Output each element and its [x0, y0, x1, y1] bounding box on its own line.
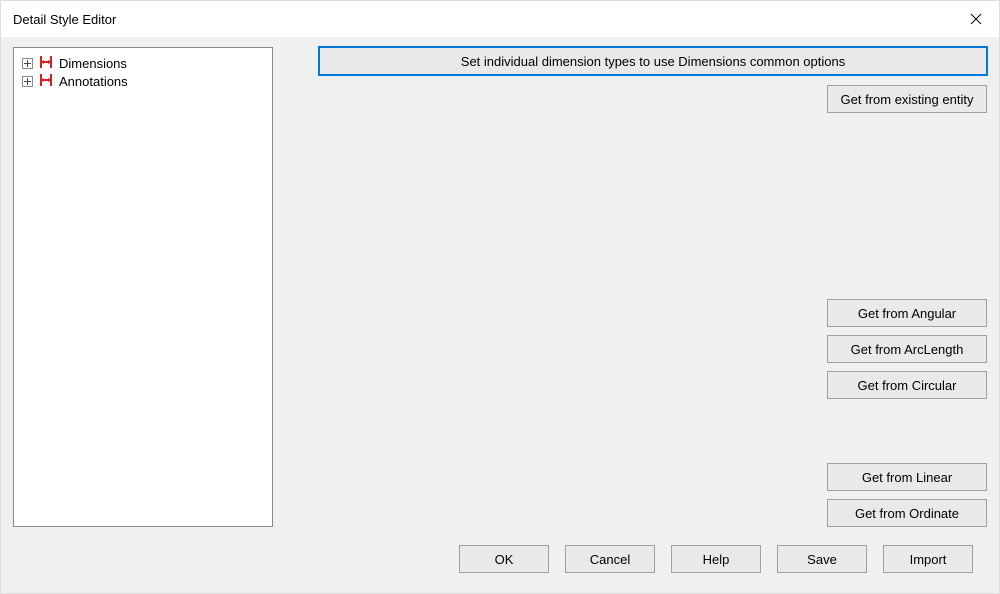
right-panel: Set individual dimension types to use Di…: [319, 47, 987, 527]
help-button[interactable]: Help: [671, 545, 761, 573]
tree-panel[interactable]: Dimensions Annotations: [13, 47, 273, 527]
get-from-ordinate-button[interactable]: Get from Ordinate: [827, 499, 987, 527]
get-from-angular-button[interactable]: Get from Angular: [827, 299, 987, 327]
body: Dimensions Annotations Set individual di…: [1, 37, 999, 593]
get-from-linear-button[interactable]: Get from Linear: [827, 463, 987, 491]
spacer: [319, 407, 987, 463]
ok-button[interactable]: OK: [459, 545, 549, 573]
content: Dimensions Annotations Set individual di…: [13, 47, 987, 527]
close-button[interactable]: [953, 1, 999, 37]
tree-expander-icon[interactable]: [22, 58, 33, 69]
dimension-icon: [38, 55, 54, 71]
cancel-button[interactable]: Cancel: [565, 545, 655, 573]
window-root: Detail Style Editor D: [0, 0, 1000, 594]
tree-item-label: Dimensions: [59, 56, 127, 71]
set-common-options-button[interactable]: Set individual dimension types to use Di…: [319, 47, 987, 75]
footer: OK Cancel Help Save Import: [13, 527, 987, 581]
window-title: Detail Style Editor: [13, 12, 116, 27]
get-from-circular-button[interactable]: Get from Circular: [827, 371, 987, 399]
tree-item-label: Annotations: [59, 74, 128, 89]
titlebar: Detail Style Editor: [1, 1, 999, 37]
spacer: [319, 121, 987, 299]
tree-expander-icon[interactable]: [22, 76, 33, 87]
close-icon: [970, 13, 982, 25]
annotation-icon: [38, 73, 54, 89]
get-from-arclength-button[interactable]: Get from ArcLength: [827, 335, 987, 363]
tree-item-dimensions[interactable]: Dimensions: [18, 54, 268, 72]
import-button[interactable]: Import: [883, 545, 973, 573]
save-button[interactable]: Save: [777, 545, 867, 573]
tree-item-annotations[interactable]: Annotations: [18, 72, 268, 90]
get-from-existing-button[interactable]: Get from existing entity: [827, 85, 987, 113]
